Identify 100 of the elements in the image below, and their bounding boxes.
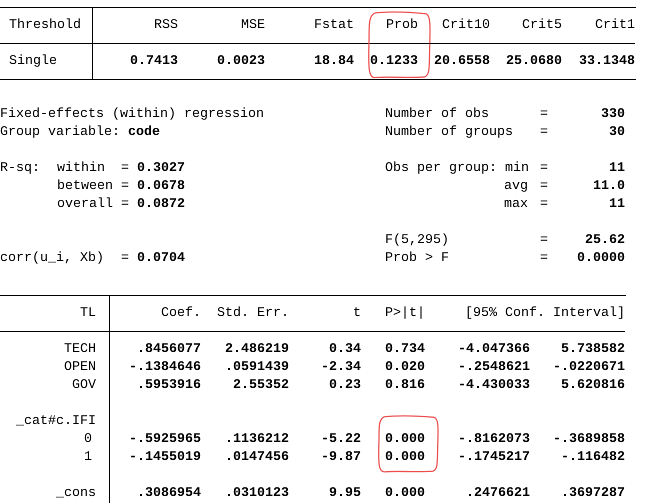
table-cell: -.1384646: [129, 359, 201, 377]
table-cell: -4.430033: [458, 377, 530, 395]
stat-value: 0.0872: [137, 196, 185, 214]
table-cell: .0591439: [225, 359, 289, 377]
table-cell: -.1745217: [458, 449, 530, 467]
stat-value: 330: [601, 106, 625, 124]
row-label: _cons: [56, 485, 96, 503]
stat-label: max: [504, 196, 529, 214]
table-cell: -9.87: [321, 449, 361, 467]
column-header: [95% Conf. Interval]: [465, 304, 625, 322]
stat-label: between: [57, 178, 114, 196]
table-cell: 5.620816: [561, 377, 625, 395]
equals-sign: =: [540, 250, 548, 268]
table-cell: 18.84: [314, 52, 354, 70]
model-title: Fixed-effects (within) regression: [0, 106, 265, 124]
table-cell: 0.734: [385, 341, 425, 359]
table-cell: 9.95: [329, 485, 361, 503]
table-cell: -.0220671: [553, 359, 625, 377]
table-cell: 0.23: [329, 377, 361, 395]
row-label: 0: [84, 431, 93, 449]
column-header: Coef.: [161, 304, 201, 322]
stat-label: Group variable:: [0, 125, 120, 140]
stat-label: Prob > F: [385, 250, 449, 268]
column-header: Threshold: [9, 16, 81, 34]
table-cell: .5953916: [137, 377, 201, 395]
table-cell: -.3689858: [553, 431, 625, 449]
stat-value: 0.0678: [137, 178, 185, 196]
stat-label: F(5,295): [385, 232, 449, 250]
table-cell: -.1455019: [129, 449, 201, 467]
equals-sign: =: [540, 106, 548, 124]
equals-sign: =: [121, 250, 130, 268]
row-label: 1: [84, 449, 93, 467]
stat-label: avg: [504, 178, 529, 196]
table-cell: .0310123: [225, 485, 289, 503]
stat-label: Number of obs: [385, 106, 489, 124]
table-cell: 0.0023: [217, 52, 265, 70]
table-cell: -4.047366: [458, 341, 530, 359]
table-cell: 0.000: [385, 449, 425, 467]
row-label: _cat#c.IFI: [16, 413, 96, 431]
column-header: Crit1: [595, 16, 635, 34]
table-cell: .2476621: [466, 485, 530, 503]
table-cell: 25.0680: [506, 52, 562, 70]
table-cell: -.5925965: [129, 431, 201, 449]
stat-value: 0.0000: [577, 250, 625, 268]
row-label: GOV: [72, 377, 96, 395]
table-cell: 0.816: [385, 377, 425, 395]
table-cell: -.2548621: [458, 359, 530, 377]
equals-sign: =: [121, 178, 130, 196]
row-label: TECH: [64, 341, 96, 359]
stat-label: Obs per group: min: [385, 160, 529, 178]
column-header: t: [353, 304, 361, 322]
table-cell: 0.34: [329, 341, 361, 359]
table-cell: 0.1233: [370, 52, 418, 70]
table-cell: -.116482: [561, 449, 625, 467]
column-header: Std. Err.: [217, 304, 289, 322]
table-cell: -2.34: [321, 359, 361, 377]
row-label: OPEN: [64, 359, 96, 377]
equals-sign: =: [540, 232, 548, 250]
table-cell: 5.738582: [561, 341, 625, 359]
table-cell: 2.55352: [233, 377, 289, 395]
stat-value: 11: [609, 196, 625, 214]
table-cell: 0.000: [385, 485, 425, 503]
row-label: Single: [9, 52, 57, 70]
table-cell: .3086954: [137, 485, 201, 503]
stat-label: overall: [57, 196, 114, 214]
table-cell: 2.486219: [225, 341, 289, 359]
stat-label: Number of groups: [385, 124, 513, 142]
equals-sign: =: [540, 160, 548, 178]
stat-value: 11: [609, 160, 625, 178]
column-header: Crit10: [442, 16, 490, 34]
stat-value: 11.0: [593, 178, 625, 196]
table-cell: 0.7413: [130, 52, 178, 70]
table-cell: .1136212: [225, 431, 289, 449]
equals-sign: =: [540, 124, 548, 142]
table-cell: 0.000: [385, 431, 425, 449]
column-header: TL: [80, 304, 96, 322]
stat-label: R-sq:: [0, 160, 41, 178]
table-cell: .3697287: [561, 485, 625, 503]
stat-value: 0.3027: [137, 160, 185, 178]
column-header: MSE: [241, 16, 265, 34]
table-cell: 20.6558: [434, 52, 490, 70]
stat-value: 30: [609, 124, 625, 142]
column-header: P>|t|: [385, 304, 425, 322]
table-cell: 0.020: [385, 359, 425, 377]
equals-sign: =: [121, 160, 130, 178]
stat-label: corr(u_i, Xb): [0, 250, 105, 268]
equals-sign: =: [540, 196, 548, 214]
table-cell: -5.22: [321, 431, 361, 449]
column-header: RSS: [154, 16, 178, 34]
equals-sign: =: [121, 196, 130, 214]
table-cell: 33.1348: [579, 52, 635, 70]
stat-value: 0.0704: [137, 250, 185, 268]
table-cell: .0147456: [225, 449, 289, 467]
table-cell: .8456077: [137, 341, 201, 359]
column-header: Crit5: [522, 16, 562, 34]
table-cell: -.8162073: [458, 431, 530, 449]
column-header: Fstat: [314, 16, 354, 34]
equals-sign: =: [540, 178, 548, 196]
stat-label: within: [57, 160, 106, 178]
column-header: Prob: [386, 16, 418, 34]
